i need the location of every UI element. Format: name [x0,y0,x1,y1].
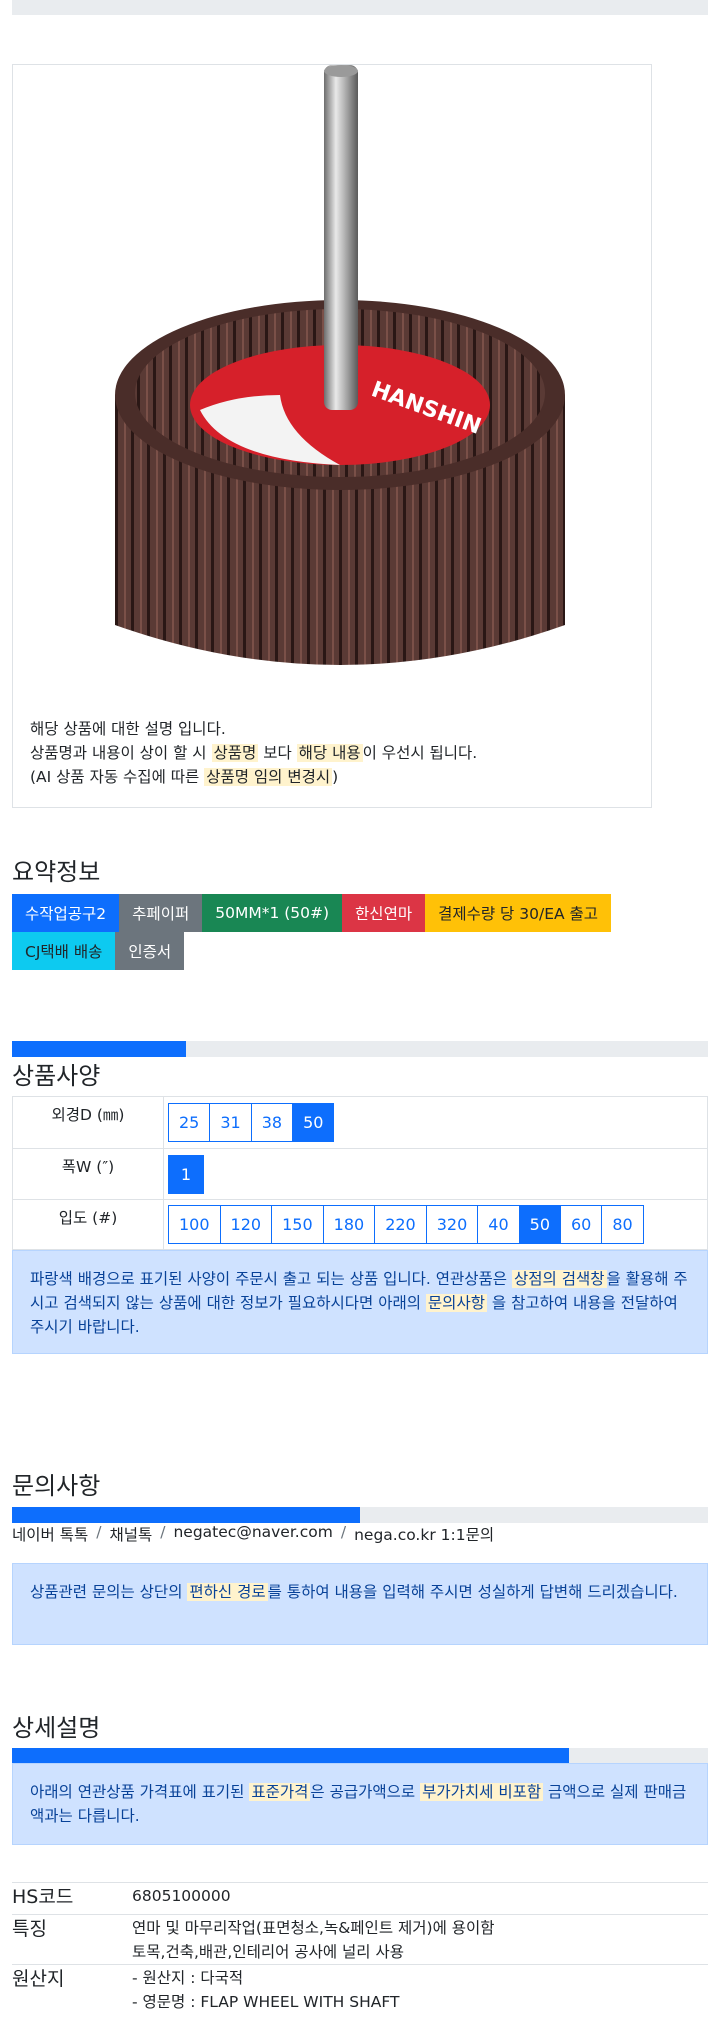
spec-options: 100 120 150 180 220 320 40 50 60 80 [168,1205,703,1244]
info-label: HS코드 [12,1882,132,1915]
detail-progress [12,1748,708,1764]
info-label: 원산지 [12,1964,132,2014]
spec-progress-fill [12,1041,186,1057]
highlight-product-name: 상품명 [211,744,259,762]
info-row-feature: 특징 연마 및 마무리작업(표면청소,녹&페인트 제거)에 용이함토목,건축,배… [12,1914,708,1965]
spec-table: 외경D (㎜) 25 31 38 50 폭W (″) 1 입도 (#) 100 120 1… [12,1096,708,1250]
inquiry-progress [12,1507,708,1523]
spec-option-31[interactable]: 31 [209,1103,252,1142]
spec-option-38[interactable]: 38 [250,1103,294,1142]
spec-option-220[interactable]: 220 [374,1205,427,1244]
top-bar [12,0,708,15]
spec-label: 폭W (″) [12,1148,164,1200]
highlight-content: 해당 내용 [296,744,363,762]
spec-option-25[interactable]: 25 [168,1103,211,1142]
spec-option-50[interactable]: 50 [292,1103,335,1142]
info-value: 6805100000 [132,1887,231,1905]
link-email[interactable]: negatec@naver.com [173,1523,332,1545]
spec-title: 상품사양 [12,1062,101,1090]
info-value: - 원산지 : 다국적 [132,1969,244,1987]
spec-row-width: 폭W (″) 1 [12,1148,708,1200]
spec-label: 외경D (㎜) [12,1096,164,1149]
highlight-store-search: 상점의 검색창 [512,1270,607,1288]
desc-line-2: 상품명과 내용이 상이 할 시 상품명 보다 해당 내용 이 우선시 됩니다. [30,744,478,762]
product-card: HANSHIN 해당 상품에 대한 설명 입니다. 상품명과 내용이 상이 할 … [12,64,652,808]
highlight-standard-price: 표준가격 [249,1783,311,1801]
info-table: HS코드 6805100000 특징 연마 및 마무리작업(표면청소,녹&페인트… [12,1882,708,2014]
spec-option-40[interactable]: 40 [477,1205,520,1244]
spec-options: 25 31 38 50 [168,1103,703,1142]
inquiry-title: 문의사항 [12,1472,101,1500]
product-image: HANSHIN [115,65,565,665]
badge-quantity: 결제수량 당 30/EA 출고 [425,894,612,932]
spec-option-150[interactable]: 150 [271,1205,324,1244]
detail-notice: 아래의 연관상품 가격표에 표기된 표준가격 은 공급가액으로 부가가치세 비포함… [12,1763,708,1845]
badge-category: 수작업공구2 [12,894,120,932]
summary-badges: 수작업공구2 추페이퍼 50MM*1 (50#) 한신연마 결제수량 당 30/… [12,894,652,970]
spec-notice: 파랑색 배경으로 표기된 사양이 주문시 출고 되는 상품 입니다. 연관상품은… [12,1250,708,1354]
info-row-hscode: HS코드 6805100000 [12,1882,708,1915]
detail-progress-fill [12,1748,569,1764]
spec-option-80[interactable]: 80 [601,1205,644,1244]
badge-shipping: CJ택배 배송 [12,932,116,970]
desc-line-3: (AI 상품 자동 수집에 따른 상품명 임의 변경시) [30,768,339,786]
highlight-preferred-route: 편하신 경로 [187,1583,268,1601]
badge-certificate[interactable]: 인증서 [115,932,185,970]
product-description: 해당 상품에 대한 설명 입니다. 상품명과 내용이 상이 할 시 상품명 보다… [30,717,477,789]
highlight-vat-excluded: 부가가치세 비포함 [420,1783,544,1801]
detail-title: 상세설명 [12,1714,101,1742]
info-value: 토목,건축,배관,인테리어 공사에 널리 사용 [132,1943,404,1961]
badge-brand: 한신연마 [342,894,426,932]
info-value: - 영문명 : FLAP WHEEL WITH SHAFT [132,1993,400,2011]
highlight-name-change: 상품명 임의 변경시 [204,768,333,786]
link-naver-talk[interactable]: 네이버 톡톡 [12,1523,88,1545]
spec-option-120[interactable]: 120 [219,1205,273,1244]
spec-row-grit: 입도 (#) 100 120 150 180 220 320 40 50 60 80 [12,1199,708,1250]
badge-size: 50MM*1 (50#) [202,894,343,932]
spec-option-1[interactable]: 1 [168,1154,204,1194]
spec-option-180[interactable]: 180 [322,1205,376,1244]
desc-line-1: 해당 상품에 대한 설명 입니다. [30,720,226,738]
info-row-origin: 원산지 - 원산지 : 다국적 - 영문명 : FLAP WHEEL WITH S… [12,1964,708,2014]
spec-progress [12,1041,708,1057]
spec-options: 1 [168,1154,703,1194]
link-site-inquiry[interactable]: nega.co.kr 1:1문의 [354,1523,494,1545]
highlight-inquiry: 문의사항 [425,1294,487,1312]
inquiry-progress-fill [12,1507,360,1523]
badge-type: 추페이퍼 [119,894,203,932]
info-value: 연마 및 마무리작업(표면청소,녹&페인트 제거)에 용이함 [132,1919,495,1937]
spec-option-320[interactable]: 320 [425,1205,479,1244]
spec-label: 입도 (#) [12,1199,164,1250]
info-label: 특징 [12,1914,132,1965]
contact-links: 네이버 톡톡 / 채널톡 / negatec@naver.com / nega.… [12,1523,495,1545]
link-channel-talk[interactable]: 채널톡 [109,1523,152,1545]
spec-option-50[interactable]: 50 [518,1205,561,1244]
spec-row-diameter: 외경D (㎜) 25 31 38 50 [12,1096,708,1149]
inquiry-notice: 상품관련 문의는 상단의 편하신 경로 를 통하여 내용을 입력해 주시면 성실하… [12,1563,708,1645]
spec-option-60[interactable]: 60 [560,1205,603,1244]
summary-title: 요약정보 [12,858,101,886]
spec-option-100[interactable]: 100 [168,1205,221,1244]
